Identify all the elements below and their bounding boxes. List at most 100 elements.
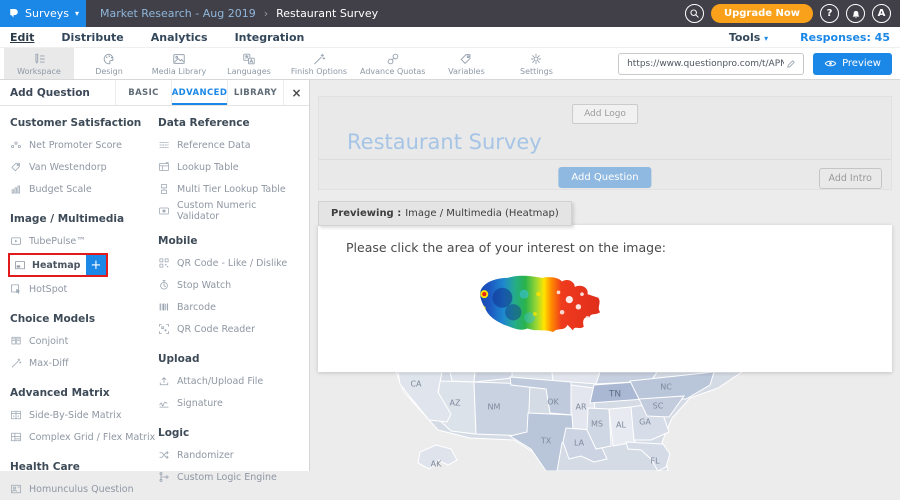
state-label: TX	[540, 437, 552, 446]
help-button[interactable]: ?	[820, 4, 839, 23]
avatar-initial: A	[878, 8, 886, 19]
menu-item-edit[interactable]: Edit	[10, 31, 34, 44]
breadcrumb-separator-icon: ›	[264, 7, 268, 20]
numeric-validator-icon	[158, 205, 170, 217]
survey-canvas: Add Logo Restaurant Survey Add Question …	[310, 80, 900, 471]
state-label: OK	[547, 398, 559, 407]
barcode-icon	[158, 301, 170, 313]
breadcrumb: Market Research - Aug 2019 › Restaurant …	[100, 7, 378, 20]
menu-item-analytics[interactable]: Analytics	[151, 31, 208, 44]
question-type-van-westendorp[interactable]: Van Westendorp	[8, 156, 156, 178]
toolbar-item-finish-options[interactable]: Finish Options	[284, 48, 354, 79]
section-title: Choice Models	[10, 313, 156, 325]
section-title: Logic	[158, 427, 301, 439]
question-type-hotspot[interactable]: HotSpot	[8, 278, 156, 300]
add-logo-button[interactable]: Add Logo	[572, 104, 638, 124]
question-type-multi-tier-lookup[interactable]: Multi Tier Lookup Table	[156, 178, 301, 200]
tab-library[interactable]: LIBRARY	[227, 80, 283, 105]
heatmap-icon	[14, 259, 26, 271]
question-type-barcode[interactable]: Barcode	[156, 296, 301, 318]
question-type-reference-data[interactable]: Reference Data	[156, 134, 301, 156]
tab-basic[interactable]: BASIC	[115, 80, 171, 105]
question-type-attach-upload[interactable]: Attach/Upload File	[156, 370, 301, 392]
question-type-homunculus[interactable]: Homunculus Question	[8, 478, 156, 500]
signature-icon	[158, 397, 170, 409]
responses-count-link[interactable]: Responses: 45	[800, 31, 890, 44]
complex-grid-icon	[10, 431, 22, 443]
toolbar-item-languages[interactable]: Languages	[214, 48, 284, 79]
state-label: SC	[653, 402, 664, 411]
breadcrumb-project[interactable]: Market Research - Aug 2019	[100, 7, 256, 20]
homunculus-icon	[10, 483, 22, 495]
section-menu-bar: Edit Distribute Analytics Integration To…	[0, 27, 900, 48]
add-question-button[interactable]: Add Question	[558, 167, 651, 188]
question-type-randomizer[interactable]: Randomizer	[156, 444, 301, 466]
advance-quotas-icon	[386, 52, 400, 66]
toolbar-item-variables[interactable]: Variables	[431, 48, 501, 79]
video-icon	[10, 235, 22, 247]
question-type-stop-watch[interactable]: Stop Watch	[156, 274, 301, 296]
question-type-custom-logic[interactable]: Custom Logic Engine	[156, 466, 301, 488]
chevron-down-icon: ▾	[764, 34, 768, 43]
settings-icon	[529, 52, 543, 66]
usa-heatmap-image[interactable]	[468, 267, 620, 343]
question-type-net-promoter-score[interactable]: Net Promoter Score	[8, 134, 156, 156]
divider	[319, 159, 891, 160]
state-label: AK	[431, 460, 442, 469]
bell-icon	[850, 8, 862, 20]
question-type-lookup-table[interactable]: Lookup Table	[156, 156, 301, 178]
logic-engine-icon	[158, 471, 170, 483]
toolbar-item-media-library[interactable]: Media Library	[144, 48, 214, 79]
upgrade-now-button[interactable]: Upgrade Now	[711, 4, 813, 23]
workspace-toolbar: Workspace Design Media Library Languages…	[0, 48, 900, 80]
menu-item-integration[interactable]: Integration	[235, 31, 305, 44]
chevron-down-icon: ▾	[75, 9, 79, 18]
question-type-qr-like-dislike[interactable]: QR Code - Like / Dislike	[156, 252, 301, 274]
product-label: Surveys	[25, 7, 69, 20]
notifications-button[interactable]	[846, 4, 865, 23]
question-type-signature[interactable]: Signature	[156, 392, 301, 414]
question-type-complex-grid[interactable]: Complex Grid / Flex Matrix	[8, 426, 156, 448]
question-type-tubepulse[interactable]: TubePulse™	[8, 230, 156, 252]
edit-url-pencil-icon[interactable]	[786, 58, 797, 69]
survey-title[interactable]: Restaurant Survey	[347, 130, 542, 154]
multi-tier-icon	[158, 183, 170, 195]
state-label: AL	[616, 421, 626, 430]
survey-url-input[interactable]	[625, 58, 786, 70]
question-type-qr-reader[interactable]: QR Code Reader	[156, 318, 301, 340]
preview-button[interactable]: Preview	[813, 53, 892, 75]
menu-item-distribute[interactable]: Distribute	[61, 31, 123, 44]
media-library-icon	[172, 52, 186, 66]
question-type-conjoint[interactable]: Conjoint	[8, 330, 156, 352]
previewing-value: Image / Multimedia (Heatmap)	[405, 208, 559, 219]
finish-options-icon	[312, 52, 326, 66]
lookup-table-icon	[158, 161, 170, 173]
section-title: Image / Multimedia	[10, 213, 156, 225]
add-intro-button[interactable]: Add Intro	[819, 168, 882, 189]
avatar[interactable]: A	[872, 4, 891, 23]
surveys-product-menu[interactable]: Surveys ▾	[0, 0, 86, 27]
question-type-budget-scale[interactable]: Budget Scale	[8, 178, 156, 200]
question-type-side-by-side-matrix[interactable]: Side-By-Side Matrix	[8, 404, 156, 426]
add-heatmap-question-button[interactable]: +	[86, 255, 106, 275]
tab-advanced[interactable]: ADVANCED	[171, 80, 227, 105]
top-navigation-bar: Surveys ▾ Market Research - Aug 2019 › R…	[0, 0, 900, 27]
toolbar-item-workspace[interactable]: Workspace	[4, 48, 74, 79]
heatmap-item-highlight: Heatmap +	[8, 253, 108, 277]
toolbar-item-settings[interactable]: Settings	[501, 48, 571, 79]
questionpro-logo-icon	[7, 6, 20, 21]
question-type-max-diff[interactable]: Max-Diff	[8, 352, 156, 374]
variables-icon	[459, 52, 473, 66]
topbar-actions: Upgrade Now ? A	[685, 4, 900, 23]
state-label: CA	[410, 380, 422, 389]
toolbar-item-advance-quotas[interactable]: Advance Quotas	[354, 48, 431, 79]
close-icon[interactable]: ×	[283, 80, 309, 105]
search-button[interactable]	[685, 4, 704, 23]
question-type-numeric-validator[interactable]: Custom Numeric Validator	[156, 200, 301, 222]
search-icon	[689, 8, 700, 19]
state-label: LA	[574, 439, 585, 448]
question-type-heatmap[interactable]: Heatmap	[14, 259, 80, 271]
survey-url-field[interactable]	[618, 53, 804, 75]
toolbar-item-design[interactable]: Design	[74, 48, 144, 79]
tools-dropdown[interactable]: Tools ▾	[729, 31, 768, 44]
